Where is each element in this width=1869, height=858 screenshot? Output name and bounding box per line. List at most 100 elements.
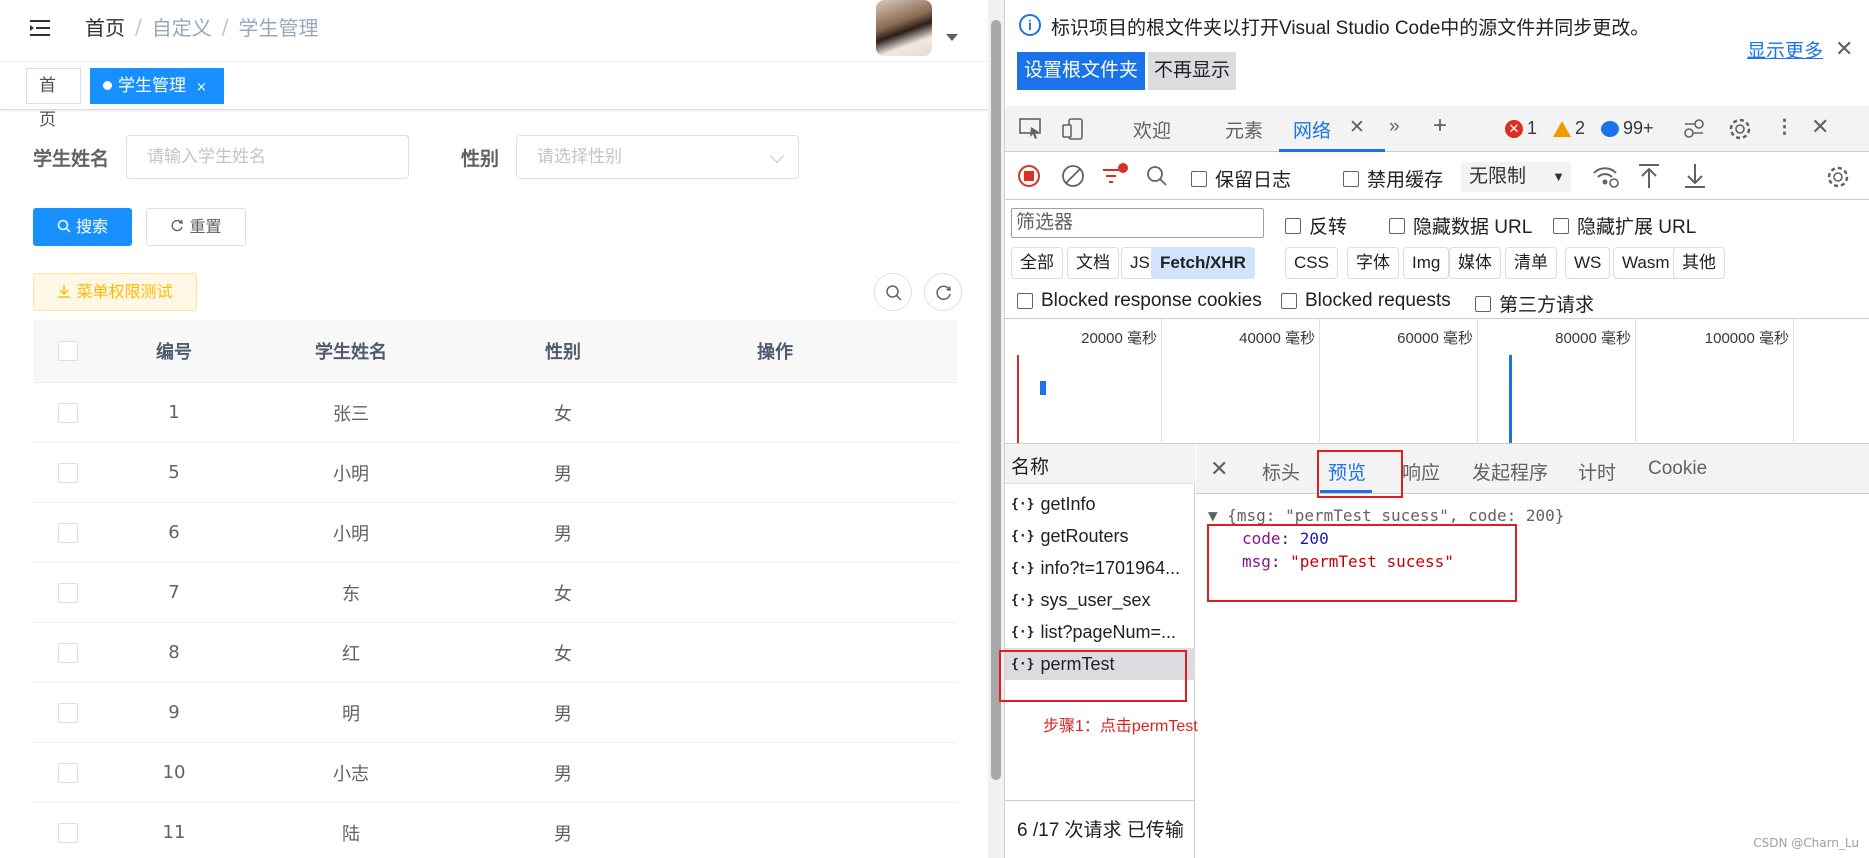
throttling-select[interactable]: 无限制 ▼ <box>1461 162 1571 192</box>
tab-headers[interactable]: 标头 <box>1262 458 1300 485</box>
tab-response[interactable]: 响应 <box>1402 458 1440 485</box>
toggle-search-button[interactable] <box>874 273 912 311</box>
inspect-element-icon[interactable] <box>1019 118 1043 140</box>
type-filter-button[interactable]: 字体 <box>1347 247 1399 279</box>
type-filter-button[interactable]: 清单 <box>1505 247 1557 279</box>
row-checkbox[interactable] <box>58 642 78 663</box>
caret-down-icon[interactable] <box>946 34 958 41</box>
refresh-button[interactable] <box>924 273 962 311</box>
tag-close-icon[interactable]: × <box>196 80 207 95</box>
blocked-requests-checkbox[interactable]: Blocked requests <box>1281 290 1451 312</box>
tag-active-label: 学生管理 <box>118 76 186 96</box>
warning-counter[interactable]: 2 <box>1553 118 1585 139</box>
tab-welcome[interactable]: 欢迎 <box>1133 116 1171 143</box>
invert-checkbox[interactable]: 反转 <box>1285 212 1347 239</box>
network-settings-gear-icon[interactable] <box>1825 164 1851 190</box>
close-devtools-icon[interactable]: ✕ <box>1811 114 1829 140</box>
add-tab-icon[interactable]: + <box>1433 112 1447 140</box>
type-filter-button[interactable]: 全部 <box>1011 247 1063 279</box>
tag-home[interactable]: 首页 <box>26 68 81 130</box>
request-name: info?t=1701964... <box>1040 557 1181 578</box>
device-toolbar-icon[interactable] <box>1061 117 1085 141</box>
page-scrollbar[interactable] <box>988 0 1004 858</box>
type-filter-button[interactable]: WS <box>1565 247 1611 279</box>
student-name-input[interactable]: 请输入学生姓名 <box>126 135 409 179</box>
select-all-checkbox[interactable] <box>58 341 78 361</box>
more-tabs-icon[interactable]: » <box>1389 116 1400 138</box>
customize-icon[interactable] <box>1681 116 1707 142</box>
network-conditions-icon[interactable] <box>1591 162 1621 190</box>
menu-permission-test-button[interactable]: 菜单权限测试 <box>33 273 197 311</box>
type-filter-button[interactable]: 文档 <box>1067 247 1119 279</box>
show-more-link[interactable]: 显示更多 <box>1747 36 1823 63</box>
request-row[interactable]: {·} list?pageNum=... <box>1005 616 1195 648</box>
row-checkbox[interactable] <box>58 402 78 423</box>
checkbox-box[interactable] <box>1017 293 1033 309</box>
row-checkbox[interactable] <box>58 582 78 603</box>
search-icon[interactable] <box>1145 164 1169 188</box>
close-detail-icon[interactable]: ✕ <box>1210 456 1228 482</box>
error-counter[interactable]: ✕ 1 <box>1505 118 1537 139</box>
row-checkbox[interactable] <box>58 522 78 543</box>
row-select-cell <box>33 563 103 622</box>
search-icon <box>57 219 71 233</box>
filter-input[interactable]: 筛选器 <box>1011 208 1264 238</box>
set-root-folder-button[interactable]: 设置根文件夹 <box>1017 52 1146 90</box>
network-timeline[interactable]: 20000 毫秒 40000 毫秒 60000 毫秒 80000 毫秒 100000 毫… <box>1005 318 1869 445</box>
blocked-cookies-checkbox[interactable]: Blocked response cookies <box>1017 290 1262 312</box>
checkbox-box[interactable] <box>1475 295 1491 312</box>
dont-show-again-button[interactable]: 不再显示 <box>1148 52 1237 90</box>
gender-select[interactable]: 请选择性别 <box>516 135 799 179</box>
request-row[interactable]: {·} sys_user_sex <box>1005 584 1195 616</box>
request-row[interactable]: {·} info?t=1701964... <box>1005 552 1195 584</box>
message-counter[interactable]: 99+ <box>1601 118 1654 139</box>
tab-timing[interactable]: 计时 <box>1578 458 1616 485</box>
breadcrumb-home[interactable]: 首页 <box>85 12 125 41</box>
cell-id: 1 <box>168 402 180 423</box>
checkbox-box[interactable] <box>1285 217 1301 234</box>
search-button[interactable]: 搜索 <box>33 208 132 246</box>
name-column-header[interactable]: 名称 <box>1005 444 1195 484</box>
json-summary-row[interactable]: ▼ {msg: "permTest sucess", code: 200} <box>1208 506 1564 525</box>
type-filter-button[interactable]: CSS <box>1285 247 1338 279</box>
clear-icon[interactable] <box>1061 164 1085 188</box>
type-filter-button[interactable]: 媒体 <box>1449 247 1501 279</box>
row-checkbox[interactable] <box>58 462 78 483</box>
checkbox-box[interactable] <box>1281 293 1297 309</box>
export-har-icon[interactable] <box>1683 162 1707 190</box>
tag-student-management[interactable]: 学生管理 × <box>90 68 224 104</box>
hamburger-icon[interactable] <box>28 16 52 40</box>
tab-elements[interactable]: 元素 <box>1225 116 1263 143</box>
checkbox-box[interactable] <box>1343 170 1359 187</box>
row-checkbox[interactable] <box>58 822 78 843</box>
reset-button[interactable]: 重置 <box>146 208 246 246</box>
third-party-checkbox[interactable]: 第三方请求 <box>1475 290 1594 317</box>
row-checkbox[interactable] <box>58 762 78 783</box>
tab-cookie[interactable]: Cookie <box>1648 458 1707 480</box>
record-stop-icon[interactable] <box>1017 164 1041 188</box>
hide-extension-urls-checkbox[interactable]: 隐藏扩展 URL <box>1553 212 1696 239</box>
disable-cache-checkbox[interactable]: 禁用缓存 <box>1343 165 1443 192</box>
avatar[interactable] <box>876 0 932 56</box>
type-filter-button[interactable]: Wasm <box>1613 247 1679 279</box>
hide-data-urls-checkbox[interactable]: 隐藏数据 URL <box>1389 212 1532 239</box>
type-filter-button[interactable]: Fetch/XHR <box>1151 247 1255 279</box>
type-filter-button[interactable]: Img <box>1403 247 1450 279</box>
more-options-icon[interactable]: ⋮ <box>1775 116 1794 139</box>
close-icon[interactable]: ✕ <box>1835 36 1853 62</box>
checkbox-box[interactable] <box>1191 170 1207 187</box>
filter-icon[interactable] <box>1101 162 1131 190</box>
request-row[interactable]: {·} getInfo <box>1005 488 1195 520</box>
request-row[interactable]: {·} getRouters <box>1005 520 1195 552</box>
tab-initiator[interactable]: 发起程序 <box>1472 458 1548 485</box>
tab-close-icon[interactable]: ✕ <box>1349 116 1365 139</box>
import-har-icon[interactable] <box>1637 162 1661 190</box>
preserve-log-checkbox[interactable]: 保留日志 <box>1191 165 1291 192</box>
row-checkbox[interactable] <box>58 702 78 723</box>
checkbox-box[interactable] <box>1553 217 1569 234</box>
type-filter-button[interactable]: 其他 <box>1673 247 1725 279</box>
tab-network[interactable]: 网络 <box>1293 116 1331 143</box>
expand-triangle-icon[interactable]: ▼ <box>1208 506 1227 525</box>
checkbox-box[interactable] <box>1389 217 1405 234</box>
settings-gear-icon[interactable] <box>1727 116 1753 142</box>
